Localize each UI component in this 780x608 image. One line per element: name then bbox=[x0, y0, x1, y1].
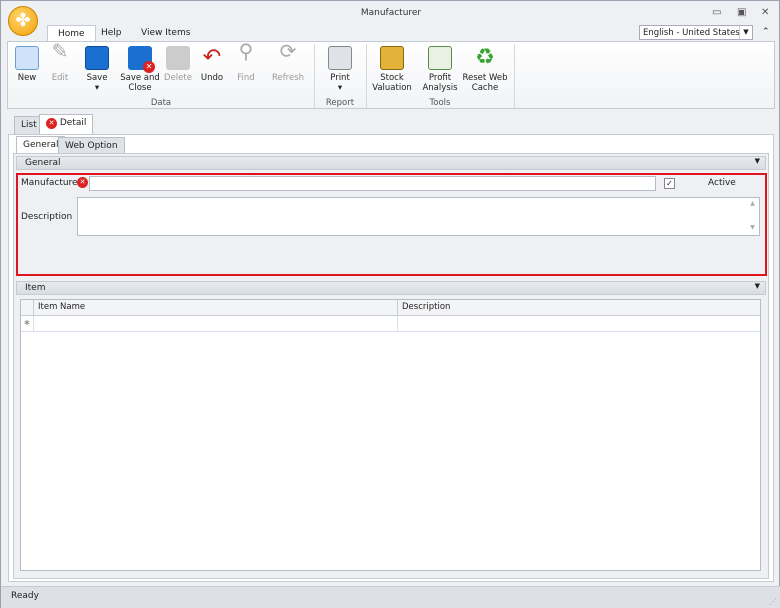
error-icon: ✕ bbox=[77, 177, 88, 188]
language-select[interactable]: English - United States ▼ bbox=[639, 25, 753, 40]
sync-icon: ♻ bbox=[475, 45, 495, 70]
scrollbar[interactable]: ▲ ▼ bbox=[746, 198, 759, 235]
manufacturer-label: Manufacturer bbox=[21, 178, 82, 188]
tab-web-option[interactable]: Web Option bbox=[58, 137, 125, 154]
tab-help[interactable]: Help bbox=[91, 25, 132, 42]
status-text: Ready bbox=[11, 591, 39, 601]
save-button[interactable]: Save ▾ bbox=[82, 46, 112, 93]
table-row[interactable]: ✱ bbox=[21, 316, 760, 332]
pencil-icon: ✎ bbox=[51, 39, 69, 63]
new-icon bbox=[15, 46, 39, 70]
new-button[interactable]: New bbox=[12, 46, 42, 83]
general-header-label: General bbox=[25, 158, 61, 168]
chevron-down-icon: ▼ bbox=[739, 26, 752, 39]
restore-icon[interactable]: ▣ bbox=[737, 7, 746, 18]
chart-icon bbox=[428, 46, 452, 70]
item-header-label: Item bbox=[25, 283, 46, 293]
group-data-label: Data bbox=[150, 98, 172, 108]
close-icon[interactable]: ✕ bbox=[761, 7, 769, 18]
tab-view-items[interactable]: View Items bbox=[131, 25, 200, 42]
save-icon bbox=[85, 46, 109, 70]
new-label: New bbox=[17, 73, 37, 83]
find-button[interactable]: ⚲ Find bbox=[232, 39, 260, 83]
refresh-label: Refresh bbox=[271, 73, 305, 83]
group-tools-label: Tools bbox=[429, 98, 451, 108]
manufacturer-input[interactable] bbox=[89, 176, 656, 191]
group-report-label: Report bbox=[325, 98, 355, 108]
delete-icon bbox=[166, 46, 190, 70]
reset-web-cache-button[interactable]: ♻ Reset Web Cache bbox=[462, 45, 508, 94]
error-icon: ✕ bbox=[46, 118, 57, 129]
find-label: Find bbox=[237, 73, 255, 83]
minimize-icon[interactable]: ▭ bbox=[712, 7, 721, 18]
printer-icon bbox=[328, 46, 352, 70]
profit-label: Profit Analysis bbox=[422, 73, 458, 93]
save-and-close-button[interactable]: ✕ Save and Close bbox=[118, 46, 162, 93]
divider bbox=[514, 44, 515, 108]
stock-valuation-button[interactable]: Stock Valuation bbox=[370, 46, 414, 93]
save-close-icon: ✕ bbox=[128, 46, 155, 73]
edit-button[interactable]: ✎ Edit bbox=[46, 39, 74, 83]
window-title: Manufacturer bbox=[360, 8, 422, 18]
column-header-description[interactable]: Description bbox=[397, 300, 760, 316]
description-textarea[interactable] bbox=[77, 197, 760, 236]
save-close-label: Save and Close bbox=[120, 73, 160, 93]
delete-label: Delete bbox=[164, 73, 192, 83]
profit-analysis-button[interactable]: Profit Analysis bbox=[420, 46, 460, 93]
search-icon: ⚲ bbox=[238, 39, 254, 63]
status-bar: Ready ⋰ bbox=[1, 586, 780, 608]
edit-label: Edit bbox=[51, 73, 69, 83]
row-indicator-header bbox=[21, 300, 33, 316]
general-group-header[interactable]: General ▼ bbox=[16, 156, 766, 170]
undo-label: Undo bbox=[200, 73, 224, 83]
refresh-icon: ⟳ bbox=[279, 39, 297, 63]
reset-label: Reset Web Cache bbox=[462, 73, 508, 93]
ribbon: New ✎ Edit Save ▾ ✕ Save and Close Delete ↶… bbox=[7, 41, 775, 109]
active-label: Active bbox=[708, 178, 736, 188]
resize-grip-icon[interactable]: ⋰ bbox=[769, 597, 777, 606]
description-label: Description bbox=[21, 212, 73, 222]
new-row-icon: ✱ bbox=[24, 319, 30, 327]
stock-icon bbox=[380, 46, 404, 70]
collapse-icon: ▼ bbox=[754, 157, 760, 165]
refresh-button[interactable]: ⟳ Refresh bbox=[270, 39, 306, 83]
collapse-ribbon-icon[interactable]: ⌃ bbox=[762, 27, 770, 37]
undo-icon: ↶ bbox=[202, 45, 222, 70]
collapse-icon: ▼ bbox=[754, 282, 760, 290]
active-checkbox[interactable]: ✓ bbox=[664, 178, 675, 189]
language-value: English - United States bbox=[643, 28, 740, 38]
detail-label: Detail bbox=[59, 118, 87, 128]
window: ✤ Manufacturer ▭ ▣ ✕ Home Help View Item… bbox=[0, 0, 780, 608]
print-label: Print bbox=[330, 73, 350, 83]
item-group-header[interactable]: Item ▼ bbox=[16, 281, 766, 295]
item-grid[interactable]: Item Name Description ✱ bbox=[20, 299, 761, 571]
tab-detail[interactable]: ✕ Detail bbox=[39, 114, 94, 135]
save-label: Save bbox=[86, 73, 108, 83]
print-button[interactable]: Print ▾ bbox=[324, 46, 356, 93]
column-header-item-name[interactable]: Item Name bbox=[33, 300, 397, 316]
delete-button[interactable]: Delete bbox=[162, 46, 194, 83]
stock-label: Stock Valuation bbox=[372, 73, 412, 93]
undo-button[interactable]: ↶ Undo bbox=[198, 45, 226, 84]
